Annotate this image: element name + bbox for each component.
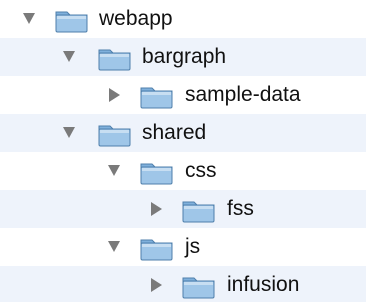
tree-label: shared: [142, 121, 207, 144]
folder-icon: [139, 152, 175, 190]
tree-row-infusion[interactable]: infusion: [0, 266, 366, 302]
tree-row-webapp[interactable]: webapp: [0, 0, 366, 38]
tree-row-fss[interactable]: fss: [0, 190, 366, 228]
tree-label: js: [185, 235, 201, 258]
triangle-down-icon[interactable]: [62, 114, 76, 152]
tree-row-sample-data[interactable]: sample-data: [0, 76, 366, 114]
tree-row-js[interactable]: js: [0, 228, 366, 266]
triangle-right-icon[interactable]: [107, 76, 121, 114]
folder-icon: [97, 38, 133, 76]
tree-label: infusion: [227, 273, 300, 296]
folder-icon: [139, 76, 175, 114]
folder-icon: [181, 266, 217, 302]
triangle-down-icon[interactable]: [62, 38, 76, 76]
triangle-down-icon[interactable]: [22, 0, 36, 38]
tree-label: fss: [227, 197, 254, 220]
triangle-right-icon[interactable]: [149, 190, 163, 228]
tree-row-bargraph[interactable]: bargraph: [0, 38, 366, 76]
tree-label: css: [185, 159, 217, 182]
triangle-down-icon[interactable]: [107, 152, 121, 190]
tree-label: sample-data: [185, 83, 301, 106]
tree-label: bargraph: [142, 45, 227, 68]
folder-icon: [139, 228, 175, 266]
folder-tree: webapp bargraph sample-data shared css f…: [0, 0, 366, 302]
folder-icon: [181, 190, 217, 228]
folder-icon: [97, 114, 133, 152]
tree-label: webapp: [99, 7, 173, 30]
tree-row-shared[interactable]: shared: [0, 114, 366, 152]
triangle-down-icon[interactable]: [107, 228, 121, 266]
folder-icon: [54, 0, 90, 38]
tree-row-css[interactable]: css: [0, 152, 366, 190]
triangle-right-icon[interactable]: [149, 266, 163, 302]
